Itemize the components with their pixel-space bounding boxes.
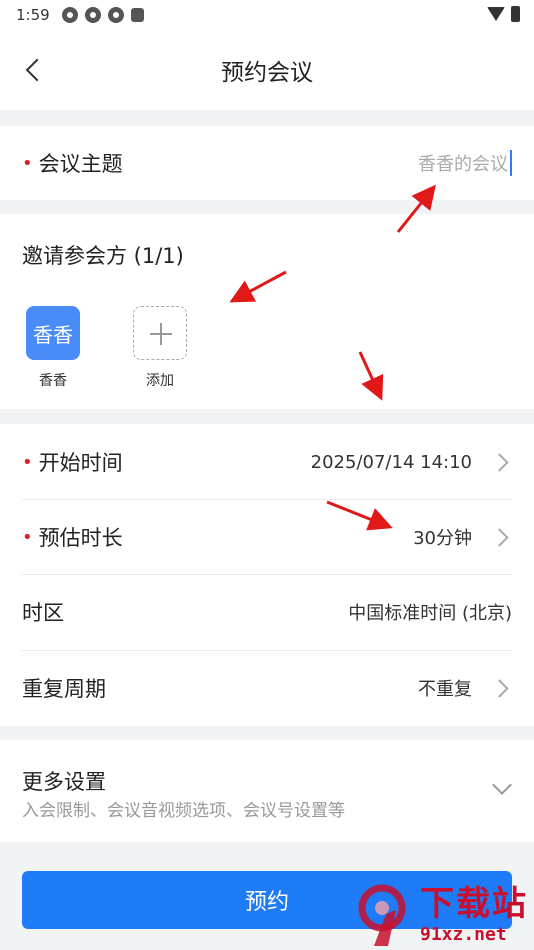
timezone-row: 时区 中国标准时间 (北京) — [0, 574, 534, 650]
repeat-label: 重复周期 — [22, 677, 106, 701]
invite-card: 邀请参会方 (1/1) 香香 香香 添加 — [0, 214, 534, 409]
invite-title: 邀请参会方 (1/1) — [22, 244, 184, 268]
notification-icons — [61, 7, 144, 23]
wifi-icon — [487, 7, 505, 21]
chevron-right-icon — [490, 526, 512, 548]
battery-icon — [511, 6, 520, 22]
page-title: 预约会议 — [221, 60, 313, 86]
add-label: 添加 — [146, 373, 174, 389]
back-arrow-icon[interactable] — [20, 56, 48, 84]
status-bar: 1:59 — [0, 0, 534, 30]
topic-input[interactable]: 香香的会议 — [418, 150, 512, 176]
duration-value-text: 30分钟 — [413, 528, 472, 549]
chevron-down-icon[interactable] — [492, 780, 510, 798]
repeat-row[interactable]: 重复周期 不重复 — [0, 650, 534, 726]
topic-card: • 会议主题 香香的会议 — [0, 126, 534, 200]
watermark-logo-icon — [358, 884, 406, 946]
app-notification-icon — [84, 7, 101, 23]
timezone-label: 时区 — [22, 601, 64, 625]
status-time: 1:59 — [16, 6, 50, 24]
start-time-value-text: 2025/07/14 14:10 — [310, 451, 472, 473]
required-dot: • — [22, 526, 33, 548]
watermark-url: 91xz.net — [420, 923, 507, 945]
app-notification-icon — [61, 7, 78, 23]
watermark-name: 下载站 — [420, 883, 528, 924]
watermark: 下载站 91xz.net — [352, 880, 528, 948]
topic-placeholder: 香香的会议 — [418, 154, 508, 175]
more-settings-subtitle: 入会限制、会议音视频选项、会议号设置等 — [22, 801, 345, 821]
participant-item[interactable]: 香香 香香 — [23, 306, 83, 390]
plus-icon — [133, 306, 187, 360]
topic-row[interactable]: • 会议主题 香香的会议 — [0, 126, 534, 200]
duration-label: • 预估时长 — [22, 522, 123, 552]
repeat-value-text: 不重复 — [418, 679, 472, 700]
more-settings-card[interactable]: 更多设置 入会限制、会议音视频选项、会议号设置等 — [0, 740, 534, 842]
nav-bar: 预约会议 — [0, 30, 534, 110]
duration-row[interactable]: • 预估时长 30分钟 — [0, 499, 534, 575]
duration-value: 30分钟 — [413, 524, 512, 550]
chevron-right-icon — [490, 451, 512, 473]
more-settings-title: 更多设置 — [22, 770, 106, 794]
schedule-card: • 开始时间 2025/07/14 14:10 • 预估时长 30分钟 时区 中… — [0, 424, 534, 726]
timezone-value: 中国标准时间 (北京) — [348, 603, 512, 624]
topic-label-text: 会议主题 — [38, 152, 123, 176]
app-notification-icon — [107, 7, 124, 23]
text-cursor — [510, 150, 512, 176]
start-time-value: 2025/07/14 14:10 — [311, 451, 512, 473]
start-time-row[interactable]: • 开始时间 2025/07/14 14:10 — [0, 424, 534, 500]
chevron-right-icon — [490, 677, 512, 699]
repeat-value: 不重复 — [418, 675, 512, 701]
avatar: 香香 — [26, 306, 80, 360]
app-notification-icon — [130, 8, 144, 22]
add-participant-button[interactable]: 添加 — [130, 306, 190, 390]
required-dot: • — [22, 451, 33, 473]
duration-label-text: 预估时长 — [38, 526, 123, 550]
start-time-label: • 开始时间 — [22, 447, 123, 477]
required-dot: • — [22, 152, 33, 174]
start-time-label-text: 开始时间 — [38, 451, 123, 475]
topic-label: • 会议主题 — [22, 148, 123, 178]
participant-name: 香香 — [39, 373, 67, 389]
